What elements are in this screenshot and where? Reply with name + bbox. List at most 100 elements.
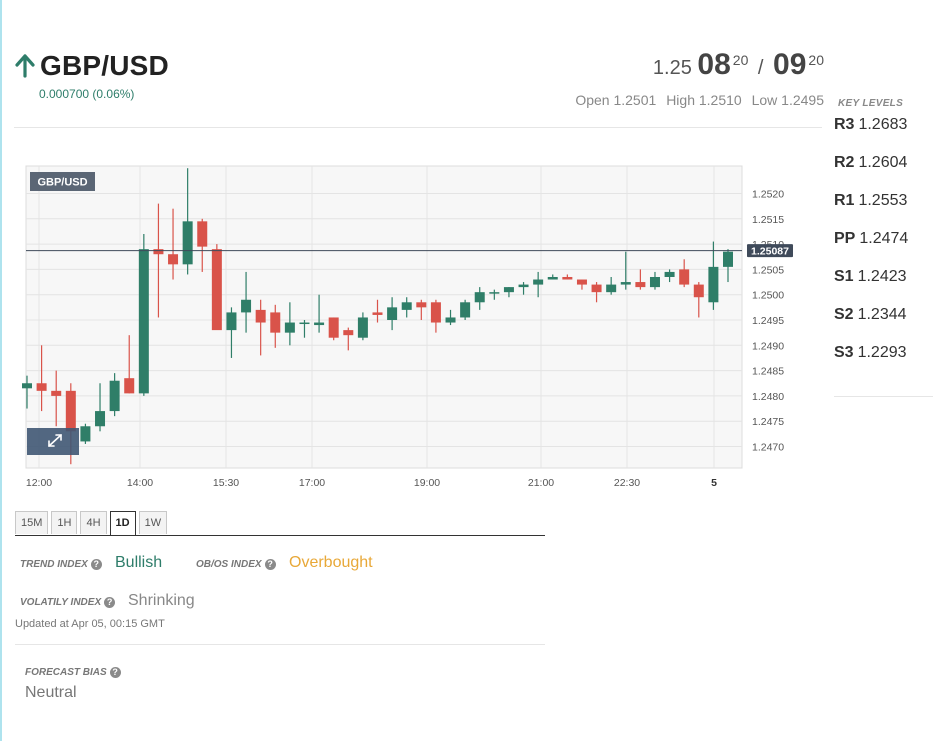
- candle-body: [679, 269, 690, 285]
- x-tick-label: 21:00: [528, 477, 554, 489]
- x-tick-label: 17:00: [299, 477, 325, 489]
- candle-body: [80, 426, 91, 442]
- x-tick-label: 12:00: [26, 477, 52, 489]
- candlestick-chart[interactable]: 1.25201.25151.25101.25051.25001.24951.24…: [0, 0, 943, 500]
- forecast-bias-label: FORECAST BIAS?: [25, 667, 121, 678]
- candle-body: [533, 279, 544, 285]
- candle-body: [445, 317, 456, 323]
- candle-body: [518, 284, 529, 288]
- chart-badge-label: GBP/USD: [37, 177, 87, 189]
- y-axis: 1.25201.25151.25101.25051.25001.24951.24…: [752, 189, 784, 454]
- y-tick-label: 1.2485: [752, 366, 784, 378]
- candle-body: [547, 276, 558, 280]
- candle-body: [153, 249, 164, 255]
- forecast-bias-value: Neutral: [25, 684, 77, 701]
- timeframe-tabs: 15M 1H 4H 1D 1W: [15, 511, 170, 535]
- candle-body: [22, 383, 32, 389]
- candle-body: [562, 276, 573, 280]
- candle-body: [255, 309, 266, 323]
- candle-body: [211, 249, 222, 331]
- candle-body: [401, 302, 412, 310]
- candle-body: [606, 284, 617, 293]
- x-tick-label: 5: [711, 477, 717, 489]
- x-tick-label: 14:00: [127, 477, 153, 489]
- candle-body: [182, 221, 193, 265]
- help-icon[interactable]: ?: [90, 559, 102, 570]
- candle-body: [489, 292, 500, 294]
- y-tick-label: 1.2475: [752, 416, 784, 428]
- candle-body: [226, 312, 237, 331]
- candle-body: [314, 322, 325, 326]
- candle: [211, 244, 222, 331]
- candle-body: [328, 317, 339, 338]
- expand-button[interactable]: [27, 428, 79, 455]
- candle-body: [460, 302, 471, 318]
- candle-body: [51, 390, 62, 396]
- current-price-label: 1.25087: [751, 246, 789, 258]
- candle-body: [635, 282, 646, 288]
- candle-body: [343, 330, 354, 336]
- y-tick-label: 1.2500: [752, 290, 784, 302]
- y-tick-label: 1.2505: [752, 264, 784, 276]
- tab-1d[interactable]: 1D: [109, 511, 136, 535]
- candle-body: [649, 276, 660, 288]
- candle-body: [357, 317, 368, 338]
- obos-index-value: Overbought: [289, 554, 373, 571]
- obos-index-label: OB/OS INDEX?: [196, 559, 276, 570]
- y-tick-label: 1.2515: [752, 214, 784, 226]
- candle-body: [387, 307, 398, 320]
- plot-area: [25, 165, 743, 469]
- x-tick-label: 22:30: [614, 477, 640, 489]
- candle-body: [620, 282, 631, 285]
- candle-body: [197, 221, 208, 247]
- candle-body: [474, 292, 485, 303]
- volatility-index-label: VOLATILY INDEX?: [20, 597, 116, 608]
- candle-body: [109, 380, 120, 412]
- candle: [328, 317, 339, 341]
- candle-body: [430, 302, 441, 323]
- candle: [460, 299, 471, 320]
- tab-1h[interactable]: 1H: [51, 511, 78, 534]
- volatility-index-value: Shrinking: [128, 592, 195, 609]
- tab-4h[interactable]: 4H: [80, 511, 107, 534]
- candle-body: [299, 322, 310, 325]
- candle-body: [416, 302, 427, 308]
- updated-timestamp: Updated at Apr 05, 00:15 GMT: [15, 618, 165, 630]
- candle-body: [95, 411, 106, 427]
- candle: [138, 233, 149, 396]
- candle-body: [65, 390, 76, 432]
- candle-body: [708, 266, 719, 303]
- tabs-divider: [15, 535, 545, 536]
- candle-body: [124, 378, 135, 394]
- trend-index-value: Bullish: [115, 554, 163, 571]
- candle-body: [576, 279, 587, 285]
- x-axis: 12:00 14:00 15:30 17:00 19:00 21:00 22:30 5: [26, 477, 717, 489]
- tab-1w[interactable]: 1W: [138, 511, 168, 534]
- help-icon[interactable]: ?: [109, 667, 121, 678]
- candle-body: [270, 312, 281, 333]
- section-divider: [15, 644, 545, 645]
- y-tick-label: 1.2480: [752, 391, 784, 403]
- trend-index-label: TREND INDEX?: [20, 559, 102, 570]
- candle-body: [241, 299, 252, 313]
- y-tick-label: 1.2470: [752, 442, 784, 454]
- y-tick-label: 1.2520: [752, 189, 784, 201]
- candle-body: [503, 287, 514, 293]
- candle: [80, 423, 91, 444]
- candle-body: [36, 383, 47, 391]
- candle-body: [591, 284, 602, 293]
- candle-body: [284, 322, 295, 333]
- candle-body: [664, 271, 675, 277]
- candle-body: [693, 284, 704, 298]
- candle-body: [138, 249, 149, 394]
- y-tick-label: 1.2495: [752, 315, 784, 327]
- tab-15m[interactable]: 15M: [15, 511, 49, 534]
- y-tick-label: 1.2490: [752, 340, 784, 352]
- candle-body: [723, 251, 733, 267]
- help-icon[interactable]: ?: [104, 597, 116, 608]
- candle-body: [372, 312, 383, 315]
- x-tick-label: 19:00: [414, 477, 440, 489]
- candle-body: [168, 254, 179, 265]
- x-tick-label: 15:30: [213, 477, 239, 489]
- help-icon[interactable]: ?: [264, 559, 276, 570]
